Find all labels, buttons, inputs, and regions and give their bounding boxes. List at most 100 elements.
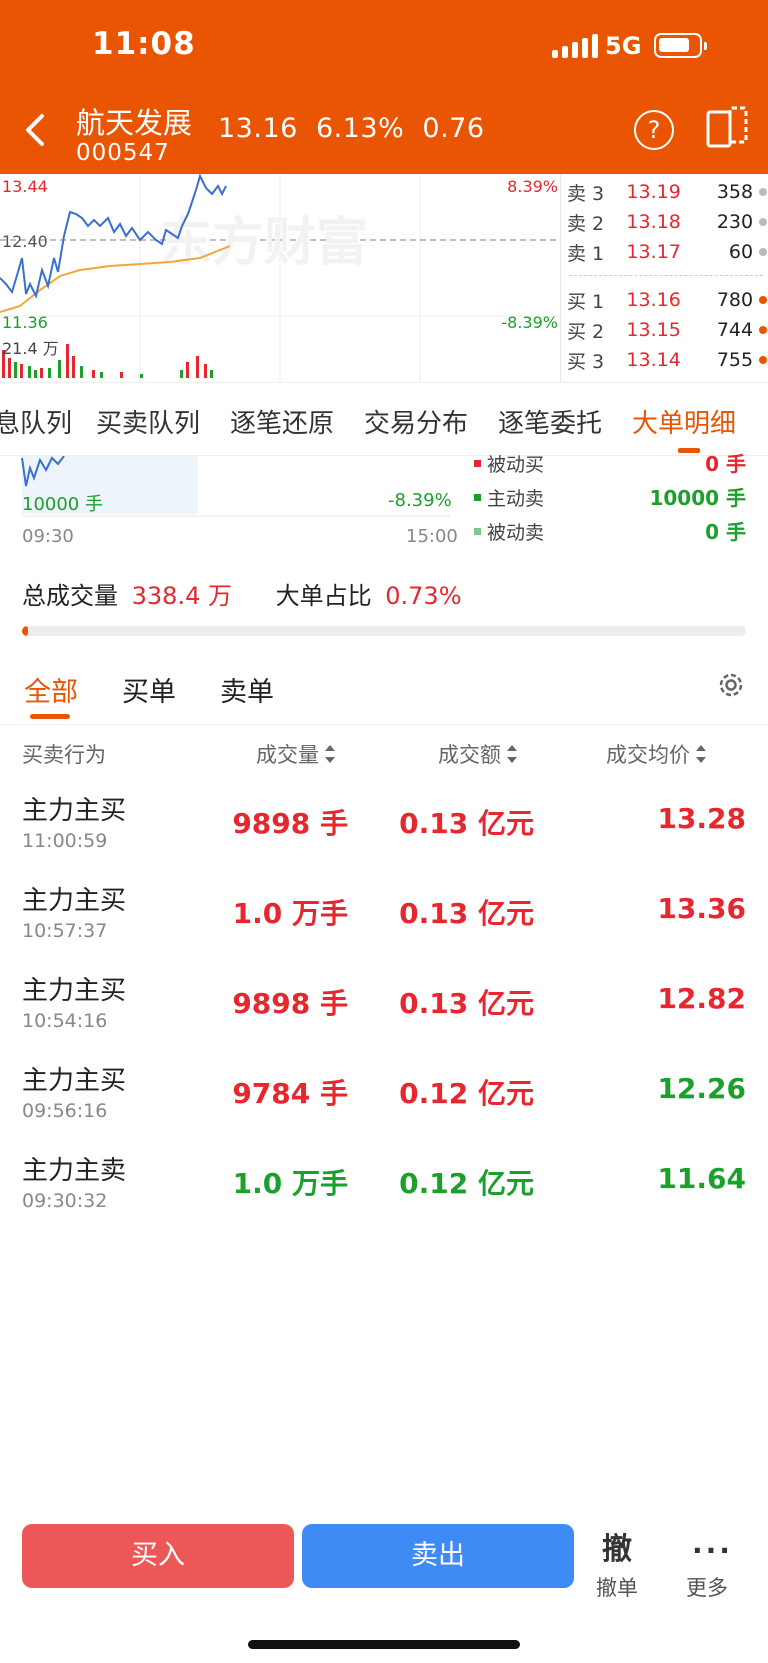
row-time: 09:56:16 bbox=[22, 1100, 108, 1122]
tab-tick-orders[interactable]: 逐笔委托 bbox=[498, 403, 602, 440]
bid-price: 13.16 bbox=[626, 289, 681, 311]
ask-row[interactable]: 卖 3 13.19 358 bbox=[567, 178, 767, 206]
legend-swatch bbox=[474, 460, 481, 467]
mini-chart-start: 09:30 bbox=[22, 526, 74, 547]
sort-icon bbox=[507, 745, 517, 763]
bid-label: 买 1 bbox=[567, 290, 605, 313]
ask-row[interactable]: 卖 2 13.18 230 bbox=[567, 208, 767, 236]
active-tab-indicator bbox=[678, 448, 700, 453]
row-time: 10:54:16 bbox=[22, 1010, 108, 1032]
col-amount[interactable]: 成交额 bbox=[438, 739, 517, 769]
sell-button[interactable]: 卖出 bbox=[302, 1524, 574, 1588]
row-volume: 1.0 万手 bbox=[232, 1167, 348, 1200]
bid-volume: 755 bbox=[716, 349, 754, 371]
large-order-ratio-value: 0.73% bbox=[385, 582, 462, 610]
ask-dot bbox=[759, 188, 767, 196]
row-avg-price: 12.26 bbox=[657, 1072, 746, 1105]
row-avg-price: 13.28 bbox=[657, 802, 746, 835]
tab-info-queue[interactable]: 息队列 bbox=[0, 403, 72, 440]
bid-row[interactable]: 买 2 13.15 744 bbox=[567, 316, 767, 344]
back-arrow-icon[interactable] bbox=[22, 110, 50, 150]
stock-quote: 13.16 6.13% 0.76 bbox=[218, 113, 485, 144]
tab-large-orders[interactable]: 大单明细 bbox=[632, 403, 736, 440]
col-action: 买卖行为 bbox=[22, 743, 106, 767]
home-indicator[interactable] bbox=[248, 1640, 520, 1649]
ratio-bar-fill bbox=[22, 626, 28, 636]
header: 11:08 5G 航天发展 000547 13.16 6.13% 0.76 ? bbox=[0, 0, 768, 174]
row-amount: 0.13 亿元 bbox=[399, 807, 534, 840]
row-avg-price: 11.64 bbox=[657, 1162, 746, 1195]
legend-swatch bbox=[474, 528, 481, 535]
col-avg-price[interactable]: 成交均价 bbox=[606, 739, 706, 769]
legend-active-sell-value: 10000 手 bbox=[649, 486, 746, 510]
tab-trade-distribution[interactable]: 交易分布 bbox=[364, 403, 468, 440]
legend-passive-sell: 被动卖 bbox=[474, 518, 544, 545]
table-row[interactable]: 主力主卖 09:30:32 1.0 万手 0.12 亿元 11.64 bbox=[0, 1144, 768, 1234]
large-order-ratio-bar bbox=[22, 626, 746, 636]
ask-row[interactable]: 卖 1 13.17 60 bbox=[567, 238, 767, 266]
row-avg-price: 12.82 bbox=[657, 982, 746, 1015]
ask-dot bbox=[759, 248, 767, 256]
row-avg-price: 13.36 bbox=[657, 892, 746, 925]
bid-volume: 744 bbox=[716, 319, 754, 341]
legend-active-sell: 主动卖 bbox=[474, 484, 544, 511]
network-type: 5G bbox=[605, 32, 642, 60]
filter-tabs: 全部 买单 卖单 bbox=[0, 664, 768, 724]
filter-tab-all[interactable]: 全部 bbox=[24, 670, 78, 709]
ask-volume: 358 bbox=[716, 181, 754, 203]
large-order-summary: 总成交量 338.4 万 大单占比 0.73% bbox=[22, 576, 462, 611]
stock-code: 000547 bbox=[76, 140, 170, 166]
tab-tick-replay[interactable]: 逐笔还原 bbox=[230, 403, 334, 440]
bottom-action-bar: 买入 卖出 撤 撤单 ··· 更多 bbox=[0, 1510, 768, 1610]
stock-change: 0.76 bbox=[422, 113, 485, 144]
ask-volume: 60 bbox=[728, 241, 754, 263]
row-time: 09:30:32 bbox=[22, 1190, 108, 1212]
filter-tab-sell[interactable]: 卖单 bbox=[220, 670, 274, 709]
order-book[interactable]: 卖 3 13.19 358 卖 2 13.18 230 卖 1 13.17 60… bbox=[560, 174, 768, 382]
row-volume: 9784 手 bbox=[232, 1077, 348, 1110]
stock-name: 航天发展 bbox=[76, 106, 193, 140]
signal-icon bbox=[552, 34, 598, 58]
row-action: 主力主买 bbox=[22, 886, 127, 916]
battery-icon bbox=[654, 33, 707, 58]
row-time: 10:57:37 bbox=[22, 920, 108, 942]
row-action: 主力主卖 bbox=[22, 1156, 127, 1186]
tab-order-queue[interactable]: 买卖队列 bbox=[96, 403, 200, 440]
table-row[interactable]: 主力主买 10:54:16 9898 手 0.13 亿元 12.82 bbox=[0, 964, 768, 1054]
help-icon[interactable]: ? bbox=[634, 110, 674, 150]
buy-button[interactable]: 买入 bbox=[22, 1524, 294, 1588]
bid-label: 买 2 bbox=[567, 320, 605, 343]
bid-volume: 780 bbox=[716, 289, 754, 311]
more-label: 更多 bbox=[686, 1576, 728, 1600]
large-order-chart: 10000 手 -8.39% 09:30 15:00 被动买 0 手 主动卖 1… bbox=[0, 452, 768, 547]
row-amount: 0.13 亿元 bbox=[399, 987, 534, 1020]
total-volume-label: 总成交量 bbox=[22, 582, 118, 610]
intraday-chart[interactable]: 东方财富 13.44 12.40 11.36 8.39% -8.39% 21.4… bbox=[0, 174, 560, 382]
sort-icon bbox=[696, 745, 706, 763]
table-row[interactable]: 主力主买 10:57:37 1.0 万手 0.13 亿元 13.36 bbox=[0, 874, 768, 964]
bid-dot bbox=[759, 326, 767, 334]
status-time: 11:08 bbox=[92, 26, 196, 62]
bid-row[interactable]: 买 1 13.16 780 bbox=[567, 286, 767, 314]
chart-high-pct: 8.39% bbox=[507, 177, 558, 196]
chart-high: 13.44 bbox=[2, 177, 48, 196]
table-row[interactable]: 主力主买 11:00:59 9898 手 0.13 亿元 13.28 bbox=[0, 784, 768, 874]
chart-mid: 12.40 bbox=[2, 232, 48, 251]
cancel-icon: 撤 bbox=[602, 1532, 632, 1567]
stock-change-pct: 6.13% bbox=[315, 113, 405, 144]
ask-label: 卖 1 bbox=[567, 242, 605, 265]
bid-label: 买 3 bbox=[567, 350, 605, 373]
gear-icon[interactable] bbox=[716, 670, 746, 700]
bid-dot bbox=[759, 356, 767, 364]
row-amount: 0.12 亿元 bbox=[399, 1077, 534, 1110]
bid-row[interactable]: 买 3 13.14 755 bbox=[567, 346, 767, 374]
chart-volume: 21.4 万 bbox=[2, 339, 59, 358]
bid-price: 13.15 bbox=[626, 319, 681, 341]
filter-tab-buy[interactable]: 买单 bbox=[122, 670, 176, 709]
col-volume[interactable]: 成交量 bbox=[256, 739, 335, 769]
switch-layout-icon[interactable] bbox=[706, 106, 750, 150]
stock-price: 13.16 bbox=[218, 113, 298, 144]
row-volume: 9898 手 bbox=[232, 987, 348, 1020]
row-amount: 0.12 亿元 bbox=[399, 1167, 534, 1200]
table-row[interactable]: 主力主买 09:56:16 9784 手 0.12 亿元 12.26 bbox=[0, 1054, 768, 1144]
